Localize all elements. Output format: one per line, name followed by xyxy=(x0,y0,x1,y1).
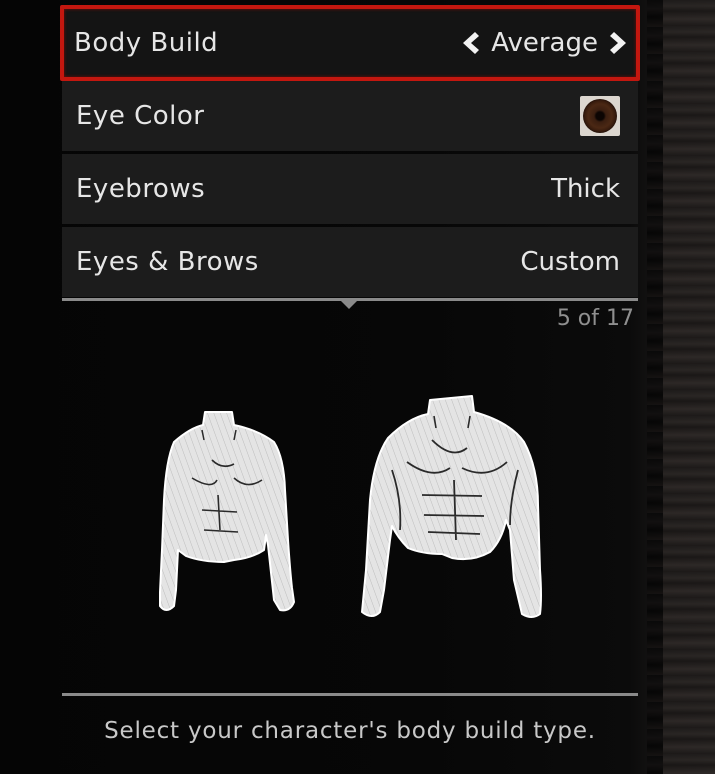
menu-item-eye-color[interactable]: Eye Color xyxy=(62,81,638,151)
arrow-left-icon[interactable] xyxy=(459,30,481,56)
divider-bottom xyxy=(62,693,638,696)
divider-notch xyxy=(340,300,358,309)
menu-item-label: Body Build xyxy=(74,28,219,58)
menu-item-eyes-and-brows[interactable]: Eyes & Brows Custom xyxy=(62,227,638,297)
menu-item-value: Average xyxy=(491,28,598,58)
arrow-right-icon[interactable] xyxy=(608,30,630,56)
paper-edge-decoration xyxy=(647,0,715,774)
body-build-selector: Average xyxy=(459,28,630,58)
menu-item-value: Thick xyxy=(551,174,620,204)
menu-item-eyebrows[interactable]: Eyebrows Thick xyxy=(62,154,638,224)
character-creator-screen: Body Build Average Eye Color Eyebrows Th… xyxy=(0,0,715,774)
menu-item-body-build[interactable]: Body Build Average xyxy=(60,5,640,81)
menu-item-label: Eyes & Brows xyxy=(76,247,259,277)
body-build-illustration xyxy=(159,395,542,618)
page-counter: 5 of 17 xyxy=(556,306,634,331)
muscular-torso-figure xyxy=(361,395,542,618)
eye-color-swatch xyxy=(580,96,620,136)
eye-icon xyxy=(583,99,617,133)
option-menu: Body Build Average Eye Color Eyebrows Th… xyxy=(60,5,640,300)
slim-torso-figure xyxy=(159,411,295,612)
option-description: Select your character's body build type. xyxy=(104,718,596,744)
menu-item-label: Eyebrows xyxy=(76,174,206,204)
menu-item-value: Custom xyxy=(520,247,620,277)
menu-item-label: Eye Color xyxy=(76,101,205,131)
